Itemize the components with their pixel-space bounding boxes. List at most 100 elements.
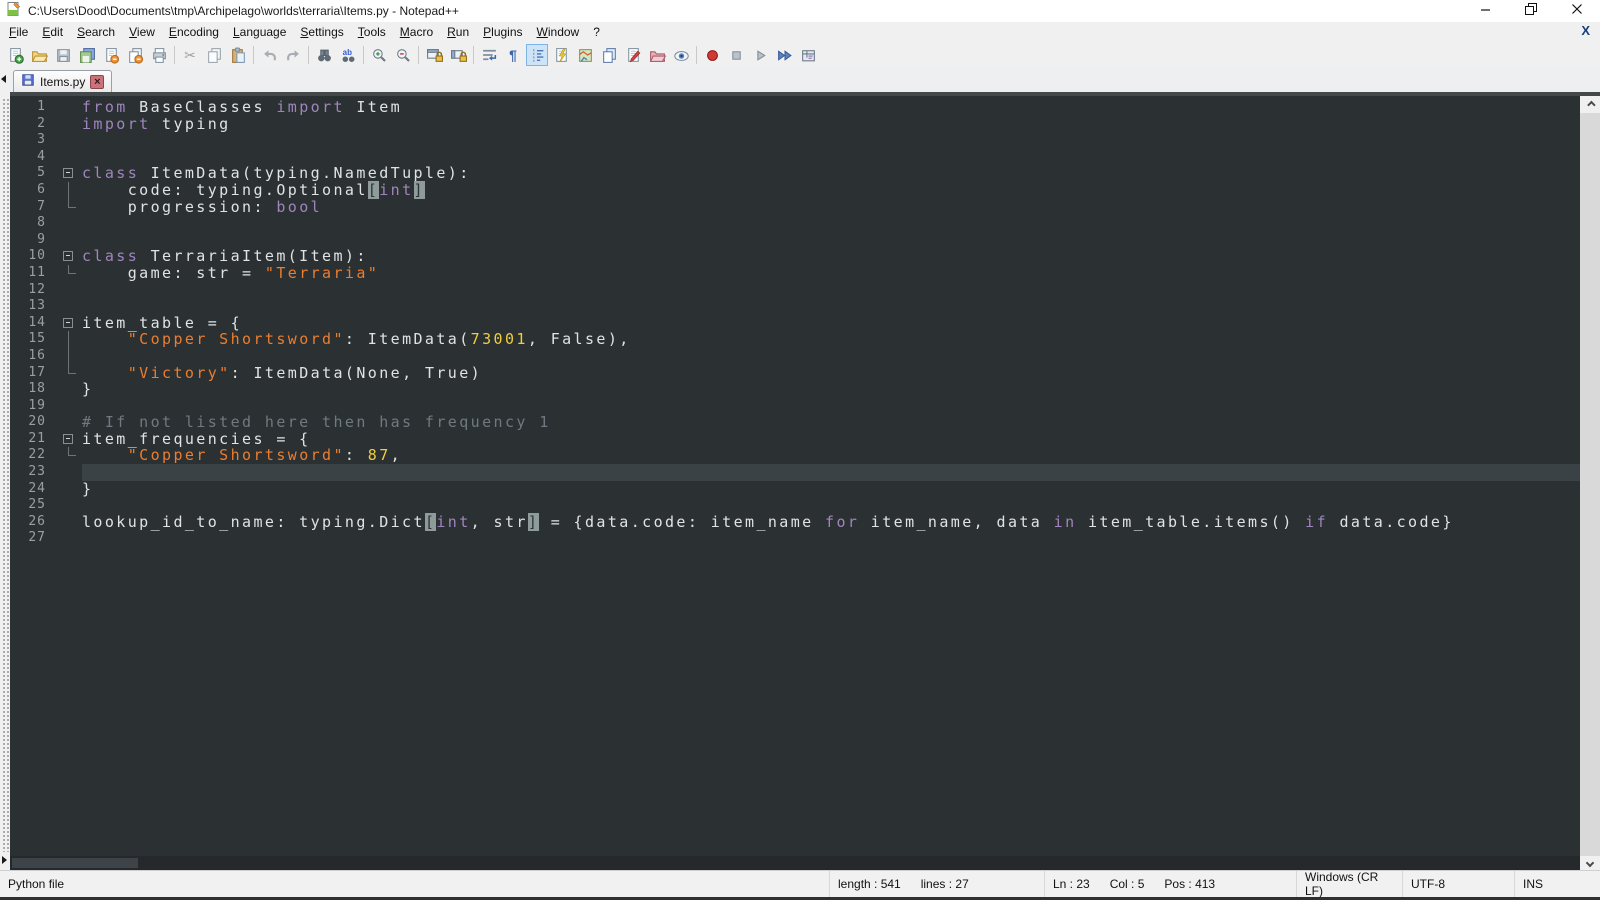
dock-gripper[interactable] [0, 68, 10, 870]
menu-language[interactable]: Language [226, 23, 293, 41]
tab-scroll-left-icon[interactable] [1, 75, 6, 83]
toolbar-separator [696, 46, 697, 64]
menu-macro[interactable]: Macro [393, 23, 440, 41]
vertical-scrollbar[interactable] [1580, 96, 1600, 856]
horizontal-scrollbar[interactable] [10, 856, 1580, 870]
new-file-icon[interactable] [4, 44, 26, 66]
horizontal-scrollbar-thumb[interactable] [12, 858, 138, 868]
svg-text:ab: ab [342, 47, 351, 56]
close-all-icon[interactable] [124, 44, 146, 66]
gripper-dots [2, 98, 9, 852]
maximize-restore-icon [1525, 2, 1537, 20]
fold-margin [56, 199, 82, 216]
menu-settings[interactable]: Settings [293, 23, 350, 41]
undo-icon[interactable] [258, 44, 280, 66]
fold-margin [56, 265, 82, 282]
menubar-items: FileEditSearchViewEncodingLanguageSettin… [2, 23, 607, 41]
save-all-icon[interactable] [76, 44, 98, 66]
menu-edit[interactable]: Edit [35, 23, 70, 41]
code-text [82, 298, 1580, 315]
menu-run[interactable]: Run [440, 23, 476, 41]
code-line: 15 "Copper Shortsword": ItemData(73001, … [10, 331, 1580, 348]
fold-margin [56, 149, 82, 166]
code-line: 20# If not listed here then has frequenc… [10, 414, 1580, 431]
menu-window[interactable]: Window [530, 23, 587, 41]
sync-vertical-scroll-icon[interactable] [423, 44, 445, 66]
monitoring-icon[interactable] [670, 44, 692, 66]
tab-close-icon[interactable]: × [90, 75, 104, 89]
window-title: C:\Users\Dood\Documents\tmp\Archipelago\… [28, 4, 459, 18]
window-controls [1462, 0, 1600, 22]
tab-scroll-right-icon[interactable] [2, 856, 7, 864]
line-number: 11 [10, 265, 56, 282]
copy-icon[interactable] [203, 44, 225, 66]
code-line: 11 game: str = "Terraria" [10, 265, 1580, 282]
menu-search[interactable]: Search [70, 23, 122, 41]
code-editor[interactable]: 1from BaseClasses import Item2import typ… [10, 96, 1580, 856]
macro-save-icon[interactable] [797, 44, 819, 66]
scroll-down-button[interactable] [1580, 856, 1600, 870]
document-map-icon[interactable] [574, 44, 596, 66]
code-text: item_frequencies = { [82, 431, 1580, 448]
fold-marker[interactable] [56, 165, 82, 182]
fold-marker[interactable] [56, 431, 82, 448]
status-column: Col : 5 [1110, 877, 1145, 891]
document-close-icon[interactable]: X [1581, 23, 1590, 38]
vertical-scrollbar-track[interactable] [1580, 113, 1600, 856]
open-file-icon[interactable] [28, 44, 50, 66]
code-line: 25 [10, 497, 1580, 514]
code-line: 26lookup_id_to_name: typing.Dict[int, st… [10, 514, 1580, 531]
document-list-icon[interactable] [598, 44, 620, 66]
indent-guide-icon[interactable] [526, 44, 548, 66]
line-number: 16 [10, 348, 56, 365]
macro-stop-icon[interactable] [725, 44, 747, 66]
code-text: "Copper Shortsword": ItemData(73001, Fal… [82, 331, 1580, 348]
fold-margin [56, 497, 82, 514]
macro-record-icon[interactable] [701, 44, 723, 66]
close-button[interactable] [1554, 0, 1600, 22]
menu-plugins[interactable]: Plugins [476, 23, 529, 41]
paste-icon[interactable] [227, 44, 249, 66]
line-number: 19 [10, 398, 56, 415]
menu-help[interactable]: ? [586, 23, 607, 41]
pen-edit-icon[interactable] [622, 44, 644, 66]
code-line: 16 [10, 348, 1580, 365]
fold-margin [56, 398, 82, 415]
maximize-restore-button[interactable] [1508, 0, 1554, 22]
word-wrap-icon[interactable] [478, 44, 500, 66]
fold-marker[interactable] [56, 248, 82, 265]
scroll-up-button[interactable] [1580, 96, 1600, 113]
redo-icon[interactable] [282, 44, 304, 66]
replace-icon[interactable]: ab [337, 44, 359, 66]
macro-run-multiple-icon[interactable] [773, 44, 795, 66]
folder-workspace-icon[interactable] [646, 44, 668, 66]
menu-file[interactable]: File [2, 23, 35, 41]
line-number: 8 [10, 215, 56, 232]
status-insert-mode[interactable]: INS [1514, 871, 1600, 897]
sync-horizontal-scroll-icon[interactable] [447, 44, 469, 66]
status-eol-format[interactable]: Windows (CR LF) [1296, 871, 1402, 897]
menu-encoding[interactable]: Encoding [162, 23, 226, 41]
zoom-in-icon[interactable] [368, 44, 390, 66]
tab-items-py[interactable]: Items.py × [13, 70, 112, 92]
print-icon[interactable] [148, 44, 170, 66]
code-line: 1from BaseClasses import Item [10, 99, 1580, 116]
cut-icon[interactable]: ✂ [179, 44, 201, 66]
line-number: 22 [10, 447, 56, 464]
function-list-icon[interactable] [550, 44, 572, 66]
code-text: from BaseClasses import Item [82, 99, 1580, 116]
menu-view[interactable]: View [122, 23, 162, 41]
save-icon[interactable] [52, 44, 74, 66]
find-icon[interactable] [313, 44, 335, 66]
macro-play-icon[interactable] [749, 44, 771, 66]
status-encoding[interactable]: UTF-8 [1402, 871, 1514, 897]
zoom-out-icon[interactable] [392, 44, 414, 66]
code-line: 22 "Copper Shortsword": 87, [10, 447, 1580, 464]
show-all-characters-icon[interactable]: ¶ [502, 44, 524, 66]
minimize-button[interactable] [1462, 0, 1508, 22]
line-number: 5 [10, 165, 56, 182]
menu-tools[interactable]: Tools [351, 23, 393, 41]
close-icon[interactable] [100, 44, 122, 66]
status-doc-size: length : 541 lines : 27 [829, 871, 1044, 897]
fold-marker[interactable] [56, 315, 82, 332]
